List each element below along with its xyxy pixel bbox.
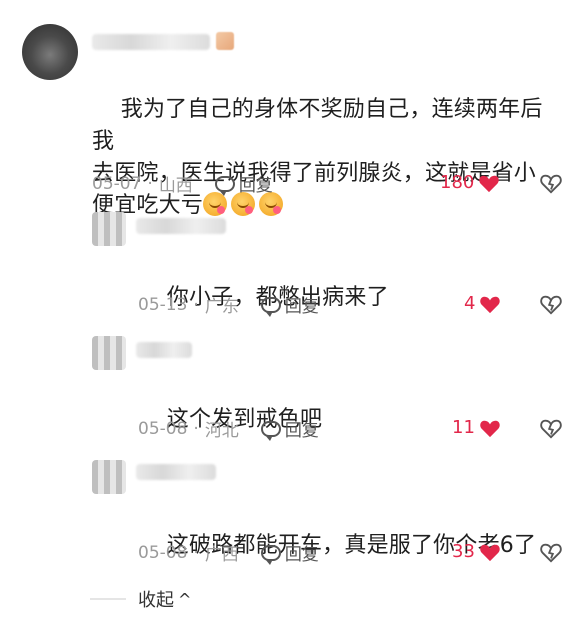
comment-4: 这破路都能开车，真是服了你个老6了 05-08 · 广西 回复 33 [0, 446, 580, 576]
like-count: 180 [440, 172, 475, 193]
like-count: 33 [452, 541, 475, 562]
heart-icon [480, 420, 500, 437]
comment-meta: 05-08 · 广西 回复 [138, 540, 319, 566]
comment-3: 这个发到戒色吧 05-08 · 河北 回复 11 [0, 322, 580, 446]
dislike-button[interactable] [540, 172, 562, 194]
reply-label: 回复 [284, 545, 319, 565]
like-count: 4 [464, 293, 476, 314]
avatar[interactable] [22, 24, 78, 80]
comment-location: 河北 [204, 421, 239, 441]
dislike-heart-icon [540, 174, 562, 194]
dislike-button[interactable] [540, 417, 562, 439]
reply-label: 回复 [284, 421, 319, 441]
comment-date: 05-08 [138, 542, 188, 563]
user-badge-icon [216, 32, 234, 50]
comment-date: 05-13 [138, 294, 188, 315]
divider-line [90, 598, 126, 600]
reply-button[interactable]: 回复 [260, 540, 319, 565]
reply-icon [260, 544, 281, 565]
separator-dot: · [147, 173, 153, 194]
comment-meta: 05-08 · 河北 回复 [138, 416, 319, 442]
collapse-button[interactable]: 收起 ^ [138, 586, 191, 612]
like-button[interactable]: 33 [452, 541, 501, 562]
reply-label: 回复 [238, 176, 273, 196]
reply-button[interactable]: 回复 [260, 292, 319, 317]
comment-1: 我为了自己的身体不奖励自己，连续两年后我 去医院，医生说我得了前列腺炎，这就是省… [0, 0, 580, 218]
like-button[interactable]: 4 [464, 293, 501, 314]
like-button[interactable]: 11 [452, 417, 501, 438]
comment-date: 05-08 [138, 418, 188, 439]
dislike-button[interactable] [540, 293, 562, 315]
dislike-heart-icon [540, 295, 562, 315]
comment-2: 你小子，都憋出病来了 05-13 · 广东 回复 4 [0, 200, 580, 322]
dislike-heart-icon [540, 419, 562, 439]
comment-date: 05-07 [92, 173, 142, 194]
comment-location: 广西 [204, 545, 239, 565]
like-button[interactable]: 180 [440, 172, 500, 193]
reply-button[interactable]: 回复 [214, 171, 273, 196]
username-blurred[interactable] [136, 342, 192, 358]
comment-location: 广东 [204, 297, 239, 317]
separator-dot: · [193, 542, 199, 563]
dislike-heart-icon [540, 543, 562, 563]
like-count: 11 [452, 417, 475, 438]
avatar[interactable] [92, 212, 126, 246]
username-blurred[interactable] [136, 464, 216, 480]
reply-icon [260, 296, 281, 317]
chevron-up-icon: ^ [178, 589, 192, 609]
heart-icon [479, 175, 500, 192]
username-blurred[interactable] [136, 218, 226, 234]
username-blurred[interactable] [92, 34, 210, 50]
reply-icon [214, 175, 235, 196]
avatar[interactable] [92, 336, 126, 370]
separator-dot: · [193, 294, 199, 315]
dislike-button[interactable] [540, 541, 562, 563]
comment-location: 山西 [158, 176, 193, 196]
avatar[interactable] [92, 460, 126, 494]
comment-meta: 05-13 · 广东 回复 [138, 292, 319, 318]
comment-meta: 05-07 · 山西 回复 [92, 171, 273, 197]
separator-dot: · [193, 418, 199, 439]
reply-button[interactable]: 回复 [260, 416, 319, 441]
heart-icon [480, 296, 501, 313]
reply-label: 回复 [284, 297, 319, 317]
collapse-label: 收起 [138, 590, 174, 611]
heart-icon [480, 544, 500, 561]
reply-icon [260, 420, 281, 441]
